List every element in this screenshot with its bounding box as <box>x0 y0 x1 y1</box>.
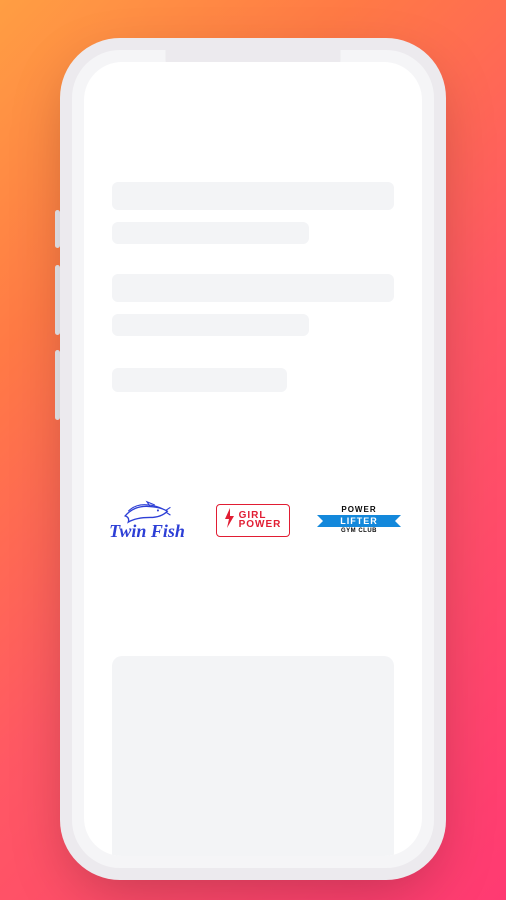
skeleton-line <box>112 314 309 336</box>
skeleton-card <box>112 656 394 856</box>
logo-powerlifter: POWER LIFTER GYM CLUB <box>306 495 412 545</box>
logo-text: GYM CLUB <box>320 528 398 534</box>
skeleton-block <box>112 182 394 244</box>
logo-twinfish: Twin Fish <box>94 495 200 545</box>
skeleton-line <box>112 274 394 302</box>
skeleton-block <box>112 368 394 392</box>
logo-text: POWER <box>239 520 282 529</box>
skeleton-line <box>112 182 394 210</box>
logo-text: Twin Fish <box>107 522 187 540</box>
phone-mockup: Twin Fish GIRL POWER <box>72 50 434 868</box>
lightning-icon <box>223 508 235 533</box>
partner-logos-row: Twin Fish GIRL POWER <box>84 494 422 546</box>
skeleton-line <box>112 368 287 392</box>
device-volume-down <box>55 350 60 420</box>
device-volume-up <box>55 265 60 335</box>
logo-girlpower: GIRL POWER <box>200 495 306 545</box>
device-side-button <box>55 210 60 248</box>
logo-text: LIFTER <box>340 517 378 526</box>
logo-text: POWER <box>320 506 398 514</box>
skeleton-line <box>112 222 309 244</box>
skeleton-block <box>112 274 394 336</box>
screen: Twin Fish GIRL POWER <box>84 62 422 856</box>
ribbon-icon: LIFTER <box>327 515 391 527</box>
